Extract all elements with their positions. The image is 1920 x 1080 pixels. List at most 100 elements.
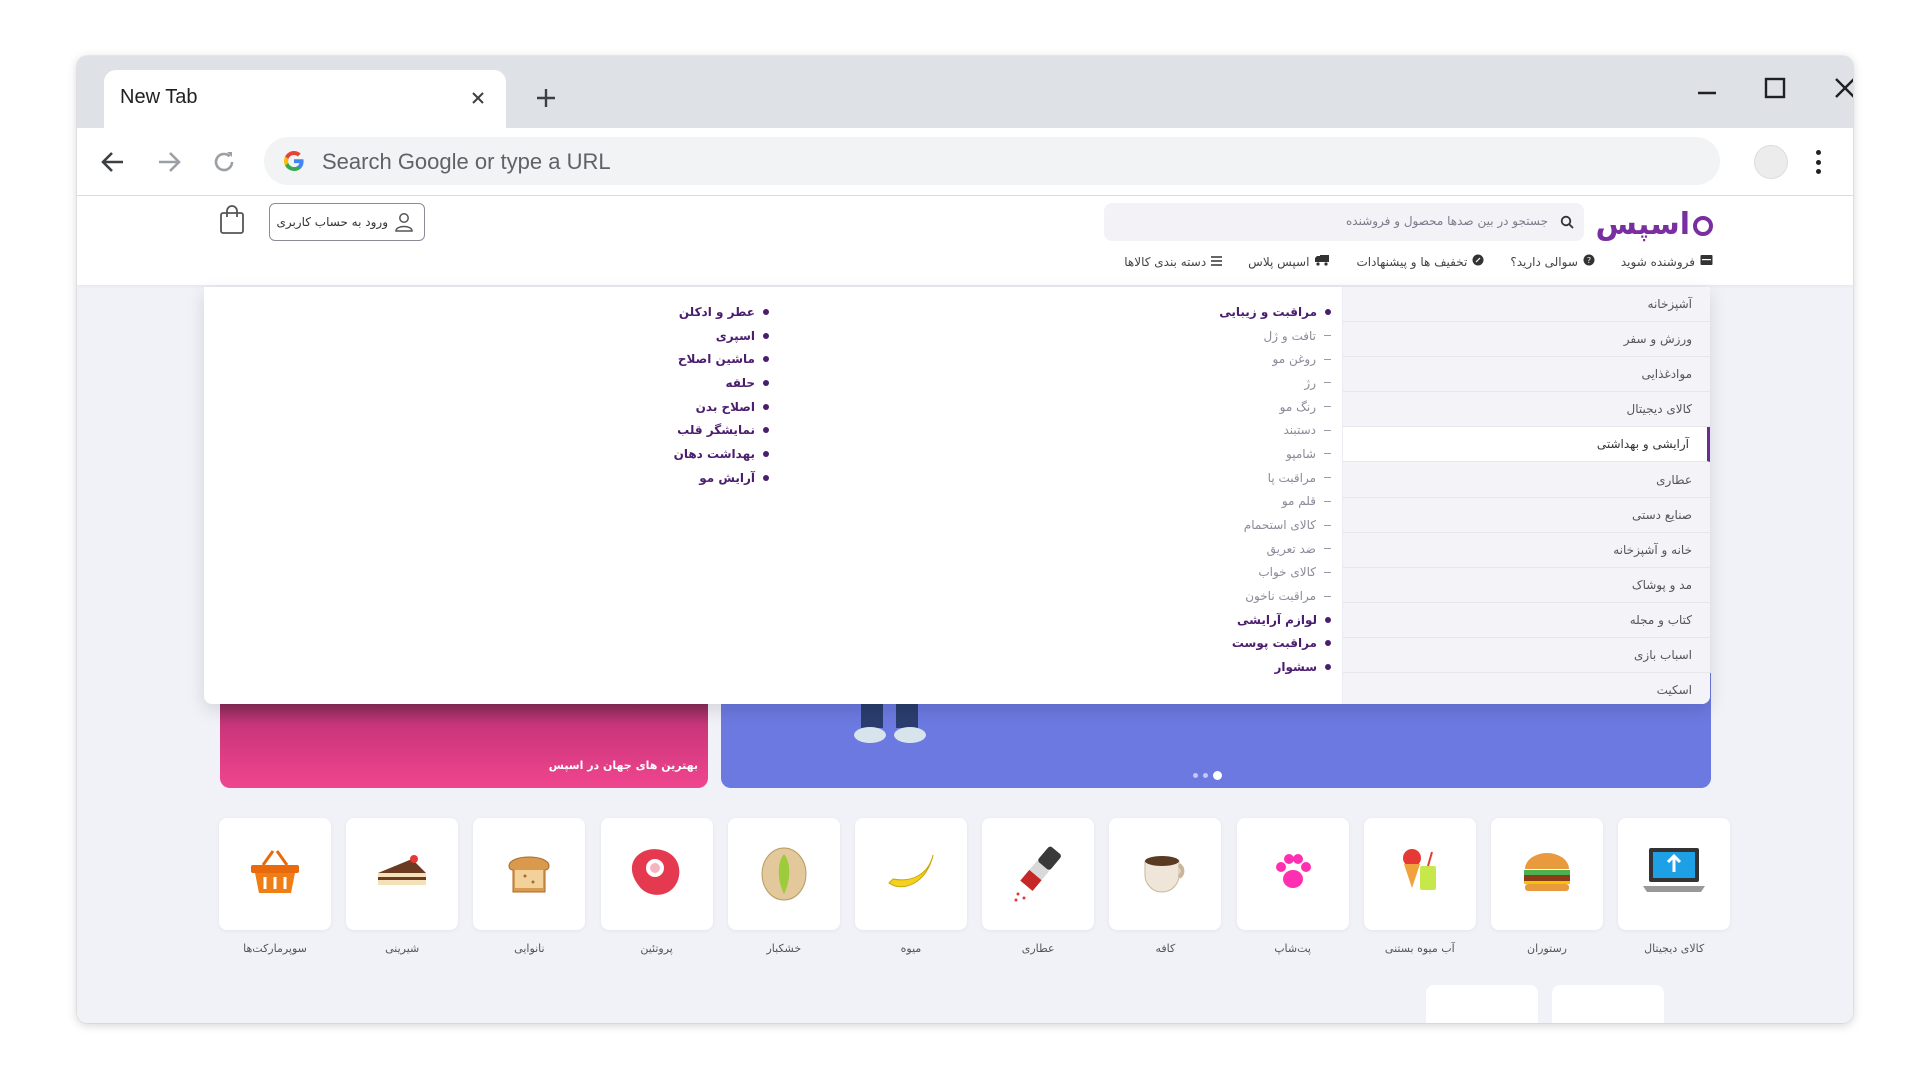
category-item[interactable]: کالای دیجیتال xyxy=(1343,392,1710,428)
subcategory-heading[interactable]: سشوار xyxy=(1204,655,1331,679)
subcategory-heading[interactable]: اسپری xyxy=(624,324,769,348)
close-icon[interactable] xyxy=(464,84,492,112)
carousel-dots[interactable] xyxy=(1193,771,1222,780)
site-header: اسپس جستجو در بین صدها محصول و فروشنده و… xyxy=(77,197,1853,285)
quick-category-label[interactable]: عطاری xyxy=(982,942,1094,955)
category-item[interactable]: ورزش و سفر xyxy=(1343,322,1710,358)
quick-category-tile[interactable] xyxy=(1109,818,1222,930)
category-item[interactable]: موادغذایی xyxy=(1343,357,1710,393)
subcategory-link[interactable]: رژ xyxy=(1204,371,1331,395)
dash-icon xyxy=(1324,406,1331,408)
site-logo[interactable]: اسپس xyxy=(1596,207,1713,242)
subcategory-heading[interactable]: مراقبت و زیبایی xyxy=(1204,300,1331,324)
nav-discounts[interactable]: تخفیف ها و پیشنهادات xyxy=(1356,254,1484,269)
quick-category-label[interactable]: میوه xyxy=(855,942,967,955)
quick-category-tile[interactable] xyxy=(1618,818,1731,930)
category-item[interactable]: اسکیت xyxy=(1343,673,1710,704)
subcategory-heading[interactable]: اصلاح بدن xyxy=(624,395,769,419)
login-label: ورود به حساب کاربری xyxy=(276,215,388,229)
quick-category-tile[interactable] xyxy=(982,818,1095,930)
category-item[interactable]: مد و پوشاک xyxy=(1343,568,1710,603)
subcategory-link[interactable]: ضد تعریق xyxy=(1204,537,1331,561)
quick-category-label[interactable]: شیرینی xyxy=(346,942,458,955)
subcategory-label: مراقبت پا xyxy=(1267,470,1316,485)
category-item[interactable]: صنایع دستی xyxy=(1343,498,1710,533)
nav-question[interactable]: ? سوالی دارید؟ xyxy=(1510,254,1595,269)
quick-category-tile[interactable] xyxy=(1236,818,1349,930)
subcategory-heading[interactable]: لوازم آرایشی xyxy=(1204,608,1331,632)
category-item[interactable]: عطاری xyxy=(1343,462,1710,498)
paw-icon xyxy=(1268,847,1318,901)
category-item[interactable]: کتاب و مجله xyxy=(1343,603,1710,638)
quick-category-label[interactable]: کافه xyxy=(1109,942,1221,955)
quick-category-label[interactable]: خشکبار xyxy=(728,942,840,955)
subcategory-heading[interactable]: عطر و ادکلن xyxy=(624,300,769,324)
quick-category-label[interactable]: نانوایی xyxy=(473,942,585,955)
search-icon xyxy=(1560,214,1574,233)
category-item[interactable]: خانه و آشپزخانه xyxy=(1343,533,1710,568)
quick-category-label[interactable]: پت‌شاپ xyxy=(1237,942,1349,955)
reload-button[interactable] xyxy=(204,142,244,182)
subcategory-link[interactable]: کالای استحمام xyxy=(1204,513,1331,537)
quick-category-tile[interactable] xyxy=(219,818,331,930)
nav-categories[interactable]: دسته بندی کالاها xyxy=(1124,254,1223,269)
quick-category-tile[interactable] xyxy=(727,818,840,930)
subcategory-label: کالای استحمام xyxy=(1243,518,1316,533)
subcategory-heading[interactable]: بهداشت دهان xyxy=(624,442,769,466)
quick-category-label[interactable]: پروتئین xyxy=(601,942,713,955)
back-button[interactable] xyxy=(93,142,133,182)
quick-category-tile[interactable] xyxy=(346,818,459,930)
tile-partial[interactable] xyxy=(1552,985,1664,1023)
quick-category-tile[interactable] xyxy=(1363,818,1476,930)
discount-icon xyxy=(1472,254,1484,269)
subcategory-link[interactable]: شامپو xyxy=(1204,442,1331,466)
laptop-icon xyxy=(1639,842,1709,906)
subcategory-label: اسپری xyxy=(715,328,755,343)
category-item[interactable]: آشپزخانه xyxy=(1343,287,1710,323)
tab-new-tab[interactable]: New Tab xyxy=(104,70,506,128)
quick-category-tile[interactable] xyxy=(855,818,967,930)
subcategory-link[interactable]: روغن مو xyxy=(1204,347,1331,371)
kebab-menu-icon[interactable] xyxy=(1813,146,1823,178)
category-item-active[interactable]: آرایشی و بهداشتی xyxy=(1343,427,1710,463)
omnibox[interactable]: Search Google or type a URL xyxy=(264,137,1720,185)
profile-avatar[interactable] xyxy=(1754,145,1788,179)
shopping-bag-icon[interactable] xyxy=(218,205,246,239)
quick-category-label[interactable]: کالای دیجیتال xyxy=(1618,942,1730,955)
new-tab-button[interactable] xyxy=(528,80,564,116)
page-content: اسپس جستجو در بین صدها محصول و فروشنده و… xyxy=(77,197,1853,1023)
subcategory-link[interactable]: تافت و ژل xyxy=(1204,324,1331,348)
subcategory-link[interactable]: مراقبت پا xyxy=(1204,466,1331,490)
category-item[interactable]: اسباب بازی xyxy=(1343,638,1710,674)
dash-icon xyxy=(1324,382,1331,384)
subcategory-heading[interactable]: نمایشگر قلب xyxy=(624,418,769,442)
close-window-button[interactable] xyxy=(1815,68,1853,108)
bullet-icon xyxy=(763,450,769,457)
quick-category-tile[interactable] xyxy=(1491,818,1603,930)
subcategory-heading[interactable]: مراقبت پوست xyxy=(1204,632,1331,656)
quick-category-label[interactable]: رستوران xyxy=(1491,942,1603,955)
maximize-button[interactable] xyxy=(1745,68,1805,108)
site-search-input[interactable]: جستجو در بین صدها محصول و فروشنده xyxy=(1104,203,1584,241)
subcategory-heading[interactable]: حلقه xyxy=(624,371,769,395)
subcategory-link[interactable]: کالای خواب xyxy=(1204,561,1331,585)
subcategory-heading[interactable]: آرایش مو xyxy=(624,466,769,490)
forward-button[interactable] xyxy=(149,142,189,182)
subcategory-link[interactable]: قلم مو xyxy=(1204,490,1331,514)
question-icon: ? xyxy=(1583,254,1595,269)
tile-partial[interactable] xyxy=(1426,985,1538,1023)
subcategory-link[interactable]: مراقبت ناخون xyxy=(1204,584,1331,608)
subcategory-heading[interactable]: ماشین اصلاح xyxy=(624,347,769,371)
subcategory-link[interactable]: دستبند xyxy=(1204,418,1331,442)
quick-category-tile[interactable] xyxy=(473,818,586,930)
nav-plus[interactable]: اسپس پلاس xyxy=(1248,254,1330,269)
nav-become-seller[interactable]: فروشنده شوید xyxy=(1621,254,1713,269)
quick-category-label[interactable]: سوپرمارکت‌ها xyxy=(219,942,331,955)
coffee-cup-icon xyxy=(1137,847,1193,901)
minimize-button[interactable] xyxy=(1677,68,1737,108)
login-button[interactable]: ورود به حساب کاربری xyxy=(269,203,425,241)
quick-category-tile[interactable] xyxy=(600,818,713,930)
subcategory-link[interactable]: رنگ مو xyxy=(1204,395,1331,419)
quick-category-label[interactable]: آب میوه بستنی xyxy=(1364,942,1476,955)
user-icon xyxy=(393,211,415,237)
